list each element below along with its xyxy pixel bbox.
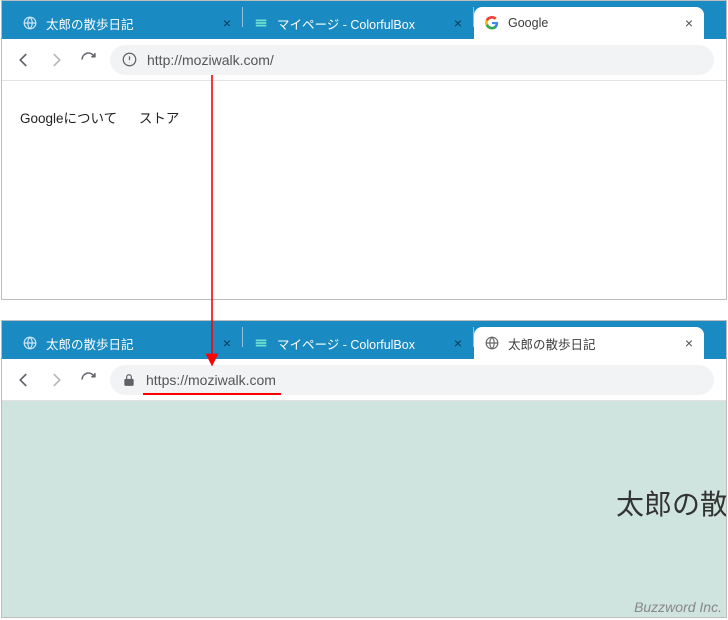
google-icon	[484, 15, 500, 31]
tab-1[interactable]: 太郎の散歩日記 ×	[12, 7, 242, 39]
globe-icon	[22, 15, 38, 31]
tab-strip: 太郎の散歩日記 × マイページ - ColorfulBox × Google ×	[2, 1, 726, 39]
page-viewport: 太郎の散	[2, 401, 726, 617]
colorfulbox-icon	[253, 15, 269, 31]
annotation-underline	[143, 393, 281, 395]
reload-button[interactable]	[78, 370, 98, 390]
back-button[interactable]	[14, 50, 34, 70]
close-icon[interactable]: ×	[220, 16, 234, 30]
tab-title: マイページ - ColorfulBox	[277, 334, 443, 353]
not-secure-icon	[122, 52, 137, 67]
url-text: https://moziwalk.com	[146, 372, 276, 388]
tab-strip: 太郎の散歩日記 × マイページ - ColorfulBox × 太郎の散歩日記 …	[2, 321, 726, 359]
tab-title: 太郎の散歩日記	[46, 14, 212, 33]
toolbar: https://moziwalk.com	[2, 359, 726, 401]
globe-icon	[22, 335, 38, 351]
back-button[interactable]	[14, 370, 34, 390]
close-icon[interactable]: ×	[451, 16, 465, 30]
tab-2[interactable]: マイページ - ColorfulBox ×	[243, 7, 473, 39]
browser-window-top: 太郎の散歩日記 × マイページ - ColorfulBox × Google ×	[1, 0, 727, 300]
tab-title: Google	[508, 16, 674, 30]
lock-icon	[122, 373, 136, 387]
colorfulbox-icon	[253, 335, 269, 351]
tab-title: 太郎の散歩日記	[46, 334, 212, 353]
store-link[interactable]: ストア	[139, 111, 180, 126]
watermark: Buzzword Inc.	[634, 599, 722, 615]
browser-window-bottom: 太郎の散歩日記 × マイページ - ColorfulBox × 太郎の散歩日記 …	[1, 320, 727, 618]
toolbar: http://moziwalk.com/	[2, 39, 726, 81]
close-icon[interactable]: ×	[682, 336, 696, 350]
forward-button[interactable]	[46, 370, 66, 390]
close-icon[interactable]: ×	[451, 336, 465, 350]
tab-3-active[interactable]: Google ×	[474, 7, 704, 39]
google-header-links: Googleについて ストア	[2, 81, 726, 153]
tab-title: マイページ - ColorfulBox	[277, 14, 443, 33]
globe-icon	[484, 335, 500, 351]
site-heading: 太郎の散	[616, 483, 726, 523]
close-icon[interactable]: ×	[682, 16, 696, 30]
address-bar[interactable]: https://moziwalk.com	[110, 365, 714, 395]
address-bar[interactable]: http://moziwalk.com/	[110, 45, 714, 75]
about-link[interactable]: Googleについて	[20, 111, 117, 126]
forward-button[interactable]	[46, 50, 66, 70]
close-icon[interactable]: ×	[220, 336, 234, 350]
page-viewport: Googleについて ストア	[2, 81, 726, 299]
tab-3-active[interactable]: 太郎の散歩日記 ×	[474, 327, 704, 359]
url-text: http://moziwalk.com/	[147, 52, 274, 68]
tab-1[interactable]: 太郎の散歩日記 ×	[12, 327, 242, 359]
tab-2[interactable]: マイページ - ColorfulBox ×	[243, 327, 473, 359]
reload-button[interactable]	[78, 50, 98, 70]
tab-title: 太郎の散歩日記	[508, 334, 674, 353]
